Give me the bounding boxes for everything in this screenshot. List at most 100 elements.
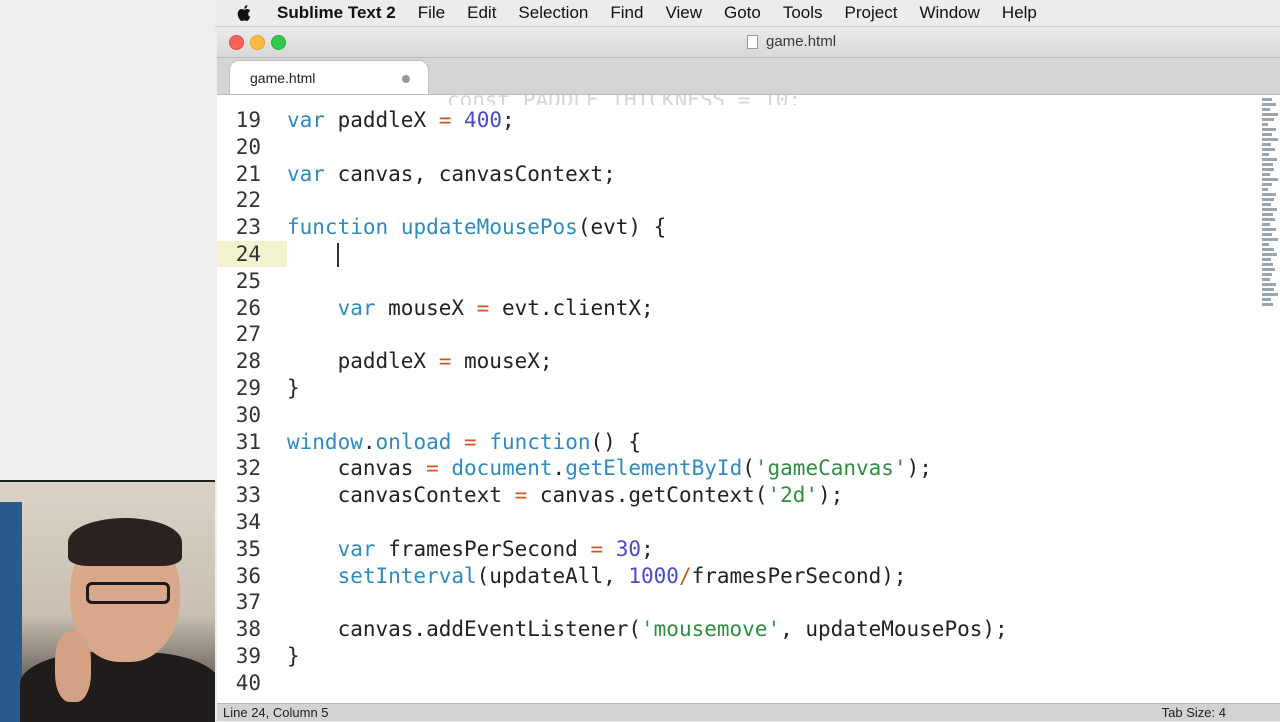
line-number: 30	[235, 402, 261, 427]
code-line[interactable]: 29}	[217, 375, 1257, 402]
minimap-line	[1262, 298, 1271, 301]
cursor-position: Line 24, Column 5	[223, 705, 329, 720]
minimap-line	[1262, 168, 1274, 171]
document-icon	[747, 34, 758, 49]
line-code: }	[287, 376, 300, 400]
menu-file[interactable]: File	[418, 3, 445, 23]
code-line[interactable]: 36 setInterval(updateAll, 1000/framesPer…	[217, 563, 1257, 590]
code-line[interactable]: 24	[217, 241, 1257, 268]
line-number: 33	[235, 483, 261, 508]
minimap-line	[1262, 123, 1268, 126]
line-number: 27	[235, 322, 261, 347]
minimap-line	[1262, 293, 1278, 296]
line-number: 38	[235, 617, 261, 642]
menu-goto[interactable]: Goto	[724, 3, 761, 23]
minimap-line	[1262, 223, 1270, 226]
line-number: 40	[235, 670, 261, 695]
minimap-line	[1262, 273, 1272, 276]
line-number: 36	[235, 563, 261, 588]
code-line[interactable]: 27	[217, 321, 1257, 348]
code-line[interactable]: 20	[217, 134, 1257, 161]
code-editor[interactable]: const PADDLE_THICKNESS = 10; 19 var paddl…	[217, 95, 1280, 703]
line-number: 20	[235, 134, 261, 159]
minimap-line	[1262, 133, 1272, 136]
line-code: window.onload = function() {	[287, 429, 642, 454]
minimap-line	[1262, 193, 1276, 196]
code-line[interactable]: 19 var paddleX = 400;	[217, 107, 1257, 134]
code-line[interactable]: 22	[217, 187, 1257, 214]
line-number: 26	[235, 295, 261, 320]
minimap-line	[1262, 163, 1273, 166]
line-number: 31	[235, 429, 261, 454]
line-code: canvas = document.getElementById('gameCa…	[287, 456, 932, 481]
menu-tools[interactable]: Tools	[783, 3, 823, 23]
code-line[interactable]: 26 var mouseX = evt.clientX;	[217, 295, 1257, 322]
minimap-line	[1262, 213, 1273, 216]
code-line[interactable]: 35 var framesPerSecond = 30;	[217, 536, 1257, 563]
code-line[interactable]: 30	[217, 402, 1257, 429]
window-title-text: game.html	[766, 33, 837, 50]
webcam-overlay	[0, 480, 215, 722]
code-line[interactable]: 28 paddleX = mouseX;	[217, 348, 1257, 375]
line-number: 19	[235, 108, 261, 132]
code-line[interactable]: 39}	[217, 643, 1257, 670]
menu-edit[interactable]: Edit	[467, 3, 496, 23]
code-line[interactable]: 34	[217, 509, 1257, 536]
code-line[interactable]: 25	[217, 268, 1257, 295]
line-code: }	[287, 644, 300, 668]
minimap-line	[1262, 208, 1277, 211]
minimap-line	[1262, 263, 1273, 266]
minimap[interactable]	[1262, 98, 1280, 308]
minimap-line	[1262, 258, 1271, 261]
line-code: var mouseX = evt.clientX;	[337, 295, 654, 320]
menu-window[interactable]: Window	[919, 3, 979, 23]
code-line[interactable]: 37	[217, 589, 1257, 616]
minimap-line	[1262, 218, 1275, 221]
code-line[interactable]: 31 window.onload = function() {	[217, 429, 1257, 456]
minimap-line	[1262, 253, 1277, 256]
minimap-line	[1262, 178, 1278, 181]
zoom-window-button[interactable]	[271, 35, 286, 50]
unsaved-dot-icon[interactable]	[402, 75, 410, 83]
code-line[interactable]: 38 canvas.addEventListener('mousemove', …	[217, 616, 1257, 643]
line-number: 28	[235, 349, 261, 374]
line-code: setInterval(updateAll, 1000/framesPerSec…	[337, 563, 907, 588]
minimap-line	[1262, 153, 1269, 156]
tab-size-indicator[interactable]: Tab Size: 4	[1162, 705, 1226, 720]
code-line[interactable]: 32 canvas = document.getElementById('gam…	[217, 455, 1257, 482]
text-cursor	[337, 243, 339, 267]
minimap-line	[1262, 288, 1274, 291]
apple-icon[interactable]	[235, 3, 255, 23]
menu-help[interactable]: Help	[1002, 3, 1037, 23]
line-number: 34	[235, 510, 261, 534]
minimap-line	[1262, 98, 1272, 101]
minimap-line	[1262, 108, 1270, 111]
close-window-button[interactable]	[229, 35, 244, 50]
code-line[interactable]: 23 function updateMousePos(evt) {	[217, 214, 1257, 241]
code-line[interactable]: 21 var canvas, canvasContext;	[217, 161, 1257, 188]
line-code: paddleX = mouseX;	[287, 349, 553, 374]
menu-find[interactable]: Find	[610, 3, 643, 23]
minimap-line	[1262, 268, 1275, 271]
minimap-line	[1262, 203, 1271, 206]
status-bar: Line 24, Column 5 Tab Size: 4	[217, 703, 1280, 721]
menu-view[interactable]: View	[665, 3, 702, 23]
line-number: 32	[235, 456, 261, 481]
window-title: game.html	[747, 33, 836, 50]
code-line[interactable]: 33 canvasContext = canvas.getContext('2d…	[217, 482, 1257, 509]
menu-app-name[interactable]: Sublime Text 2	[277, 3, 396, 23]
code-line[interactable]: 40	[217, 670, 1257, 697]
line-number: 22	[235, 188, 261, 213]
menu-project[interactable]: Project	[845, 3, 898, 23]
menu-selection[interactable]: Selection	[518, 3, 588, 23]
minimap-line	[1262, 233, 1272, 236]
minimize-window-button[interactable]	[250, 35, 265, 50]
minimap-line	[1262, 228, 1276, 231]
partial-line-above: const PADDLE_THICKNESS = 10;	[447, 95, 801, 105]
line-code: canvasContext = canvas.getContext('2d');	[287, 483, 844, 508]
menu-bar: Sublime Text 2 File Edit Selection Find …	[215, 0, 1280, 27]
minimap-line	[1262, 118, 1274, 121]
tab-game-html[interactable]: game.html	[229, 60, 429, 94]
minimap-line	[1262, 173, 1270, 176]
minimap-line	[1262, 138, 1278, 141]
